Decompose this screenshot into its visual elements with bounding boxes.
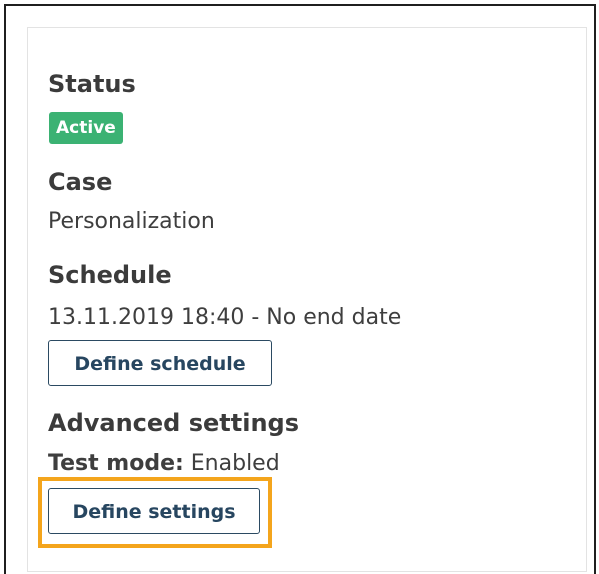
test-mode-line: Test mode: Enabled bbox=[48, 451, 280, 477]
schedule-heading: Schedule bbox=[48, 261, 172, 289]
test-mode-value: Enabled bbox=[190, 451, 280, 476]
define-schedule-button[interactable]: Define schedule bbox=[48, 340, 272, 386]
status-heading: Status bbox=[48, 70, 136, 98]
case-heading: Case bbox=[48, 168, 113, 196]
status-badge: Active bbox=[49, 112, 123, 144]
schedule-value: 13.11.2019 18:40 - No end date bbox=[48, 305, 402, 330]
test-mode-label: Test mode: bbox=[48, 451, 184, 476]
case-value: Personalization bbox=[48, 209, 215, 234]
define-settings-button[interactable]: Define settings bbox=[48, 488, 260, 534]
advanced-settings-heading: Advanced settings bbox=[48, 409, 300, 437]
